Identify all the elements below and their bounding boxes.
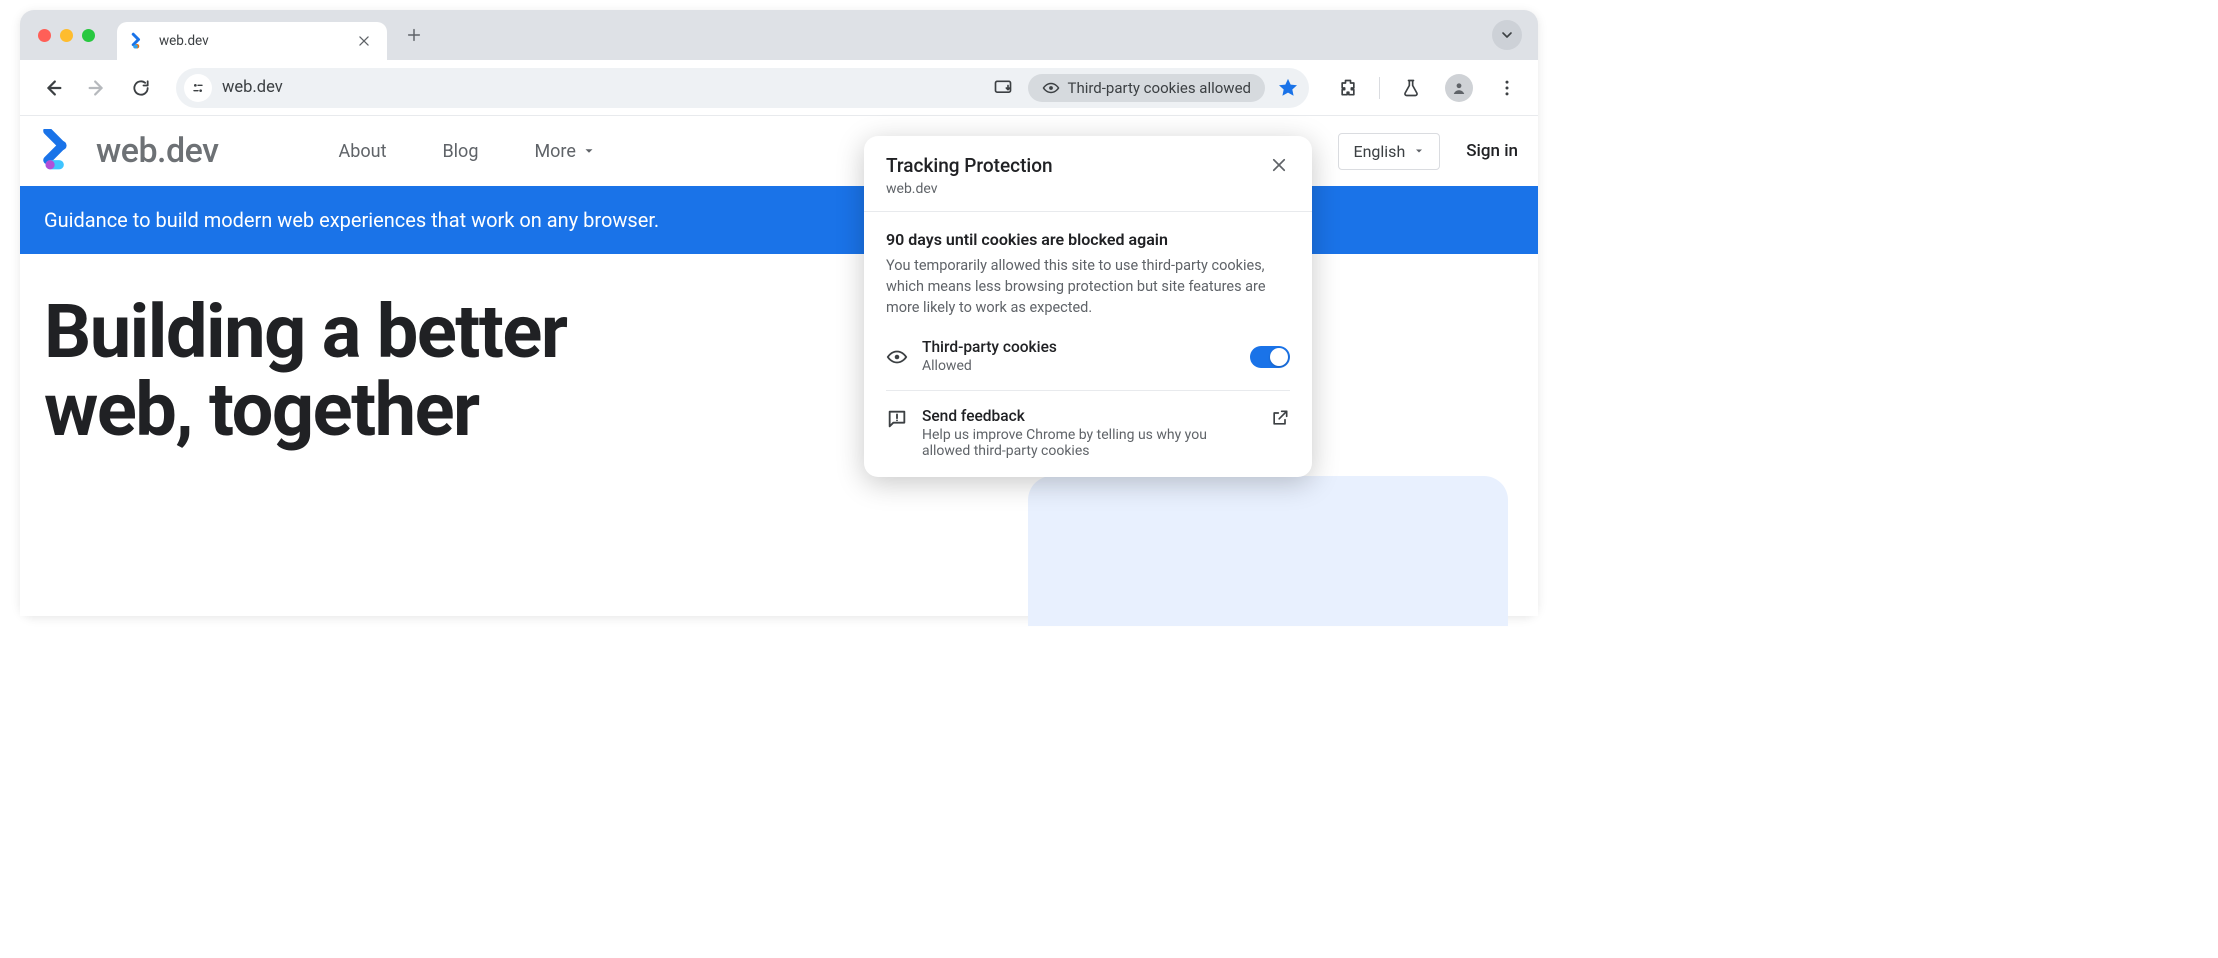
- bookmark-button[interactable]: [1275, 75, 1301, 101]
- nav-about[interactable]: About: [339, 141, 387, 162]
- extensions-button[interactable]: [1331, 71, 1365, 105]
- caret-down-icon: [582, 144, 596, 158]
- cookie-countdown-title: 90 days until cookies are blocked again: [886, 230, 1290, 249]
- sign-in-link[interactable]: Sign in: [1466, 141, 1518, 161]
- third-party-cookies-toggle[interactable]: [1250, 346, 1290, 368]
- back-button[interactable]: [34, 69, 72, 107]
- forward-button[interactable]: [78, 69, 116, 107]
- tab-close-button[interactable]: [355, 32, 373, 50]
- feedback-body: Help us improve Chrome by telling us why…: [922, 427, 1256, 459]
- caret-down-icon: [1413, 145, 1425, 157]
- webdev-favicon-icon: [131, 32, 149, 50]
- popup-inner-divider: [886, 390, 1290, 391]
- avatar-icon: [1445, 74, 1473, 102]
- nav-more-label: More: [534, 141, 575, 162]
- window-maximize-button[interactable]: [82, 29, 95, 42]
- third-party-cookies-title: Third-party cookies: [922, 338, 1236, 356]
- language-selector[interactable]: English: [1338, 133, 1440, 170]
- address-bar[interactable]: web.dev Third-party cookies allowed: [176, 68, 1309, 108]
- send-feedback-row[interactable]: Send feedback Help us improve Chrome by …: [886, 407, 1290, 459]
- feedback-icon: [886, 408, 908, 430]
- language-label: English: [1353, 142, 1405, 161]
- hero-line2: web, together: [44, 367, 479, 454]
- cookie-chip-label: Third-party cookies allowed: [1068, 79, 1252, 97]
- site-name: web.dev: [96, 131, 219, 171]
- site-nav: About Blog More: [339, 141, 596, 162]
- tab-search-button[interactable]: [1492, 20, 1522, 50]
- third-party-cookies-status: Allowed: [922, 358, 1236, 374]
- reload-button[interactable]: [122, 69, 160, 107]
- install-app-button[interactable]: [988, 73, 1018, 103]
- url-text: web.dev: [222, 78, 978, 97]
- new-tab-button[interactable]: [399, 20, 429, 50]
- popup-title: Tracking Protection: [886, 154, 1053, 177]
- profile-button[interactable]: [1442, 71, 1476, 105]
- site-logo[interactable]: web.dev: [40, 129, 219, 173]
- window-close-button[interactable]: [38, 29, 51, 42]
- feedback-title: Send feedback: [922, 407, 1256, 425]
- eye-icon: [886, 346, 908, 368]
- tab-strip: web.dev: [20, 10, 1538, 60]
- cookie-countdown-body: You temporarily allowed this site to use…: [886, 255, 1290, 318]
- hero-line1: Building a better: [44, 289, 566, 376]
- tab-title: web.dev: [159, 33, 345, 49]
- popup-domain: web.dev: [886, 181, 1053, 197]
- popup-close-button[interactable]: [1268, 154, 1290, 176]
- browser-tab[interactable]: web.dev: [117, 22, 387, 60]
- browser-toolbar: web.dev Third-party cookies allowed: [20, 60, 1538, 116]
- traffic-lights: [38, 29, 95, 42]
- browser-menu-button[interactable]: [1490, 71, 1524, 105]
- nav-more[interactable]: More: [534, 141, 595, 162]
- window-minimize-button[interactable]: [60, 29, 73, 42]
- labs-button[interactable]: [1394, 71, 1428, 105]
- open-external-icon: [1270, 408, 1290, 428]
- site-settings-button[interactable]: [184, 74, 212, 102]
- third-party-cookies-chip[interactable]: Third-party cookies allowed: [1028, 74, 1266, 102]
- toolbar-divider: [1379, 77, 1380, 99]
- tracking-protection-popup: Tracking Protection web.dev 90 days unti…: [864, 136, 1312, 477]
- eye-icon: [1042, 79, 1060, 97]
- nav-blog[interactable]: Blog: [442, 141, 478, 162]
- browser-window: web.dev web.dev: [20, 10, 1538, 616]
- webdev-logo-icon: [40, 129, 84, 173]
- hero-background-shape: [1028, 476, 1508, 626]
